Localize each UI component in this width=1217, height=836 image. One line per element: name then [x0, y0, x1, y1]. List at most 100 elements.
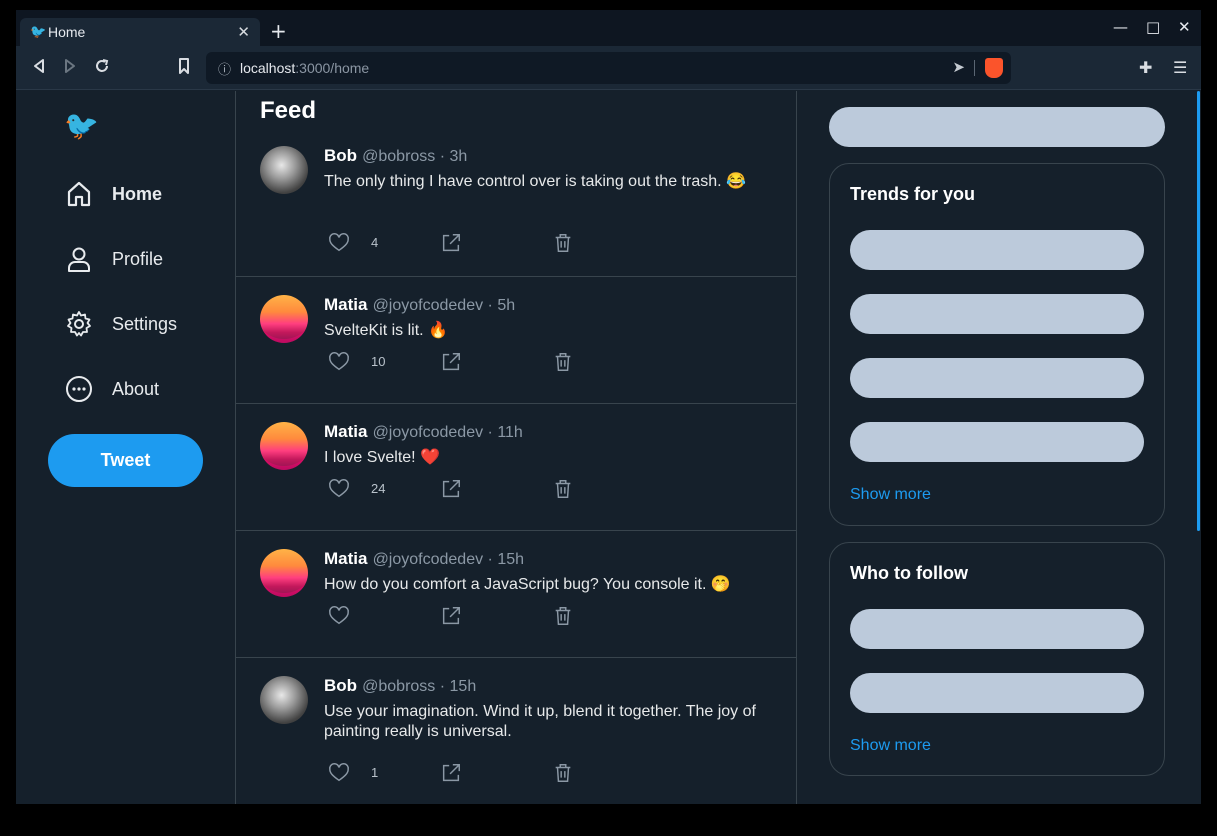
- nav-bar: ⓘ localhost:3000/home ➤ ✚ ☰: [16, 46, 1201, 90]
- close-tab-icon[interactable]: ✕: [237, 23, 250, 41]
- more-icon: [64, 374, 94, 404]
- trash-icon[interactable]: [552, 478, 576, 502]
- sidebar-item-label: Settings: [112, 313, 178, 334]
- site-info-icon[interactable]: ⓘ: [218, 59, 240, 78]
- bird-icon: 🐦: [30, 24, 47, 40]
- avatar[interactable]: [260, 676, 308, 724]
- send-icon[interactable]: ➤: [952, 58, 965, 76]
- tweet-handle: @joyofcodedev · 5h: [372, 297, 516, 314]
- new-tab-button[interactable]: +: [270, 20, 287, 42]
- sidebar-item-home[interactable]: Home: [64, 174, 162, 214]
- tweet-item: Matia @joyofcodedev · 15h How do you com…: [236, 549, 796, 658]
- heart-icon[interactable]: [328, 232, 352, 256]
- trend-placeholder[interactable]: [850, 422, 1144, 462]
- app: 🐦 Home Profile Settings About Tweet Feed…: [16, 91, 1201, 804]
- like-count: 1: [371, 765, 379, 780]
- tab-title: Home: [48, 24, 86, 40]
- tweet-item: Matia @joyofcodedev · 11h I love Svelte!…: [236, 422, 796, 531]
- tweet-header: Bob @bobross · 3h: [324, 146, 467, 166]
- trash-icon[interactable]: [552, 762, 576, 786]
- minimize-icon[interactable]: —: [1113, 18, 1128, 36]
- follow-title: Who to follow: [850, 563, 968, 583]
- share-icon[interactable]: [440, 605, 464, 629]
- tweet-text: SvelteKit is lit. 🔥: [324, 322, 448, 339]
- tweet-text: I love Svelte! ❤️: [324, 449, 440, 466]
- sidebar-item-label: Home: [112, 183, 163, 204]
- page-title: Feed: [260, 97, 317, 124]
- tweet-handle: @joyofcodedev · 11h: [372, 424, 523, 441]
- maximize-icon[interactable]: □: [1146, 18, 1160, 36]
- search-placeholder[interactable]: [829, 107, 1165, 147]
- feed: Feed Bob @bobross · 3h The only thing I …: [235, 91, 797, 804]
- share-icon[interactable]: [440, 478, 464, 502]
- tweet-actions: [328, 605, 588, 629]
- trend-placeholder[interactable]: [850, 230, 1144, 270]
- heart-icon[interactable]: [328, 351, 352, 375]
- tweet-author[interactable]: Bob: [324, 146, 357, 165]
- like-count: 10: [371, 354, 386, 369]
- tab-bar: 🐦 Home ✕ + — □ ✕: [16, 10, 1201, 46]
- browser-tab[interactable]: 🐦 Home ✕: [20, 18, 260, 46]
- trash-icon[interactable]: [552, 351, 576, 375]
- trends-title: Trends for you: [850, 184, 976, 204]
- tweet-author[interactable]: Matia: [324, 295, 367, 314]
- url-path: :3000/home: [295, 60, 370, 76]
- heart-icon[interactable]: [328, 605, 352, 629]
- tweet-actions: 24: [328, 478, 588, 502]
- tweet-item: Bob @bobross · 3h The only thing I have …: [236, 146, 796, 277]
- profile-icon: [64, 244, 94, 274]
- avatar[interactable]: [260, 146, 308, 194]
- avatar[interactable]: [260, 422, 308, 470]
- trash-icon[interactable]: [552, 232, 576, 256]
- scrollbar[interactable]: [1197, 91, 1200, 531]
- share-icon[interactable]: [440, 351, 464, 375]
- back-icon[interactable]: [32, 58, 46, 78]
- tweet-item: Matia @joyofcodedev · 5h SvelteKit is li…: [236, 295, 796, 404]
- bird-logo-icon[interactable]: 🐦: [64, 109, 99, 142]
- tweet-author[interactable]: Matia: [324, 422, 367, 441]
- trend-placeholder[interactable]: [850, 358, 1144, 398]
- trend-placeholder[interactable]: [850, 294, 1144, 334]
- share-icon[interactable]: [440, 232, 464, 256]
- home-icon: [64, 179, 94, 209]
- tweet-handle: @bobross · 15h: [362, 678, 477, 695]
- extensions-icon[interactable]: ✚: [1139, 58, 1152, 77]
- avatar[interactable]: [260, 549, 308, 597]
- menu-icon[interactable]: ☰: [1173, 58, 1187, 77]
- window-close-icon[interactable]: ✕: [1178, 18, 1191, 36]
- tweet-author[interactable]: Matia: [324, 549, 367, 568]
- brave-shield-icon[interactable]: [985, 58, 1003, 78]
- address-bar[interactable]: ⓘ localhost:3000/home ➤: [206, 52, 1011, 84]
- follow-show-more-link[interactable]: Show more: [850, 737, 931, 755]
- tweet-author[interactable]: Bob: [324, 676, 357, 695]
- tweet-handle: @joyofcodedev · 15h: [372, 551, 525, 568]
- tweet-text: The only thing I have control over is ta…: [324, 173, 746, 190]
- heart-icon[interactable]: [328, 762, 352, 786]
- gear-icon: [64, 309, 94, 339]
- sidebar-item-label: Profile: [112, 248, 164, 269]
- trends-card: Trends for you Show more: [829, 163, 1165, 526]
- browser-window: 🐦 Home ✕ + — □ ✕ ⓘ localhost:3000/home ➤…: [16, 10, 1201, 804]
- avatar[interactable]: [260, 295, 308, 343]
- sidebar-item-about[interactable]: About: [64, 369, 159, 409]
- tweet-actions: 10: [328, 351, 588, 375]
- tweet-item: Bob @bobross · 15h Use your imagination.…: [236, 676, 796, 804]
- trends-show-more-link[interactable]: Show more: [850, 486, 931, 504]
- reload-icon[interactable]: [94, 58, 110, 78]
- trash-icon[interactable]: [552, 605, 576, 629]
- sidebar: 🐦 Home Profile Settings About Tweet: [16, 91, 235, 804]
- share-icon[interactable]: [440, 762, 464, 786]
- sidebar-item-profile[interactable]: Profile: [64, 239, 163, 279]
- tweet-handle: @bobross · 3h: [362, 148, 468, 165]
- heart-icon[interactable]: [328, 478, 352, 502]
- forward-icon[interactable]: [63, 58, 77, 78]
- bookmark-icon[interactable]: [177, 58, 191, 78]
- follow-placeholder[interactable]: [850, 609, 1144, 649]
- follow-placeholder[interactable]: [850, 673, 1144, 713]
- tweet-button[interactable]: Tweet: [48, 434, 203, 487]
- sidebar-item-settings[interactable]: Settings: [64, 304, 177, 344]
- tweet-header: Matia @joyofcodedev · 11h: [324, 422, 523, 442]
- tweet-header: Matia @joyofcodedev · 5h: [324, 295, 515, 315]
- tweet-header: Matia @joyofcodedev · 15h: [324, 549, 524, 569]
- url-host: localhost: [240, 60, 296, 76]
